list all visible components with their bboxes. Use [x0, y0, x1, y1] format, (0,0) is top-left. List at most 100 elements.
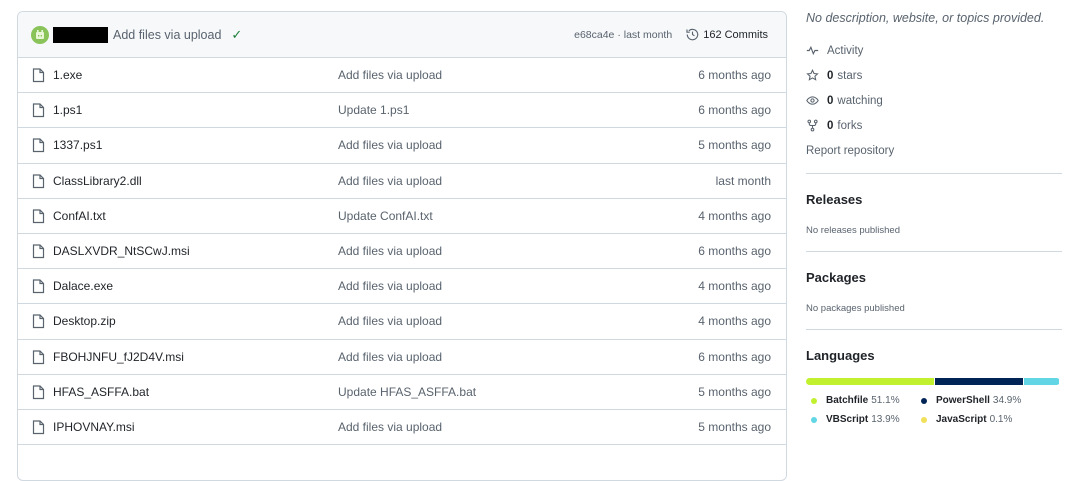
file-name-link[interactable]: IPHOVNAY.msi [53, 420, 135, 434]
file-row[interactable]: Dalace.exeAdd files via upload4 months a… [18, 269, 786, 304]
file-name-link[interactable]: ClassLibrary2.dll [53, 174, 142, 188]
about-description: No description, website, or topics provi… [806, 11, 1044, 25]
file-commit-message-link[interactable]: Add files via upload [338, 314, 442, 328]
language-item[interactable]: Batchfile51.1% [811, 395, 900, 406]
file-commit-message-link[interactable]: Add files via upload [338, 68, 442, 82]
language-bar-segment [1024, 378, 1059, 385]
language-item[interactable]: JavaScript0.1% [921, 414, 1012, 425]
file-commit-message-link[interactable]: Update ConfAI.txt [338, 209, 433, 223]
report-repository-link[interactable]: Report repository [806, 145, 894, 157]
user-avatar-icon[interactable] [31, 26, 49, 44]
commit-hash[interactable]: e68ca4e [574, 29, 614, 41]
file-row[interactable]: IPHOVNAY.msi Add files via upload 5 months… [18, 410, 786, 445]
forks-label: forks [837, 120, 862, 132]
file-row[interactable]: Desktop.zip Add files via upload 4 months … [18, 304, 786, 339]
watching-label: watching [837, 95, 882, 107]
language-name: JavaScript [936, 414, 987, 425]
language-name: PowerShell [936, 395, 990, 406]
activity-label: Activity [827, 45, 863, 57]
repo-forked-icon [806, 119, 819, 132]
file-icon [32, 209, 46, 224]
file-row[interactable]: HFAS_ASFFA.bat Update HFAS_ASFFA.bat 5 mon… [18, 375, 786, 410]
file-name-link[interactable]: HFAS_ASFFA.bat [53, 385, 149, 399]
file-icon [32, 420, 46, 435]
forks-count: 0 [827, 120, 833, 132]
language-item[interactable]: VBScript13.9% [811, 414, 900, 425]
releases-title[interactable]: Releases [806, 192, 862, 207]
language-color-dot [921, 398, 927, 404]
file-commit-age: 5 months ago [698, 385, 771, 399]
language-item[interactable]: PowerShell34.9% [921, 395, 1021, 406]
language-percent: 51.1% [871, 395, 899, 406]
file-icon [32, 279, 46, 294]
languages-title: Languages [806, 348, 875, 363]
file-commit-message-link[interactable]: Add files via upload [338, 350, 442, 364]
commits-count-label: 162 Commits [703, 29, 768, 41]
file-commit-age: last month [716, 174, 771, 188]
file-commit-message-link[interactable]: Add files via upload [338, 138, 442, 152]
language-percent: 0.1% [990, 414, 1013, 425]
commits-link[interactable]: 162 Commits [686, 28, 768, 41]
file-commit-age: 4 months ago [698, 209, 771, 223]
stars-link[interactable]: 0 stars [806, 69, 862, 82]
star-icon [806, 69, 819, 82]
watching-count: 0 [827, 95, 833, 107]
language-name: VBScript [826, 414, 868, 425]
file-row[interactable]: ConfAI.txt Update ConfAI.txt 4 months ago [18, 199, 786, 234]
file-name-link[interactable]: DASLXVDR_NtSCwJ.msi [53, 244, 190, 258]
file-name-link[interactable]: 1.ps1 [53, 103, 82, 117]
file-row[interactable]: FBOHJNFU_fJ2D4V.msiAdd files via upload6… [18, 340, 786, 375]
language-bar-segment [935, 378, 1023, 385]
stars-count: 0 [827, 70, 833, 82]
activity-link[interactable]: Activity [806, 44, 863, 57]
file-row[interactable]: DASLXVDR_NtSCwJ.msi Add files via upload 6… [18, 234, 786, 269]
file-row[interactable]: 1.ps1 Update 1.ps1 6 months ago [18, 93, 786, 128]
sidebar-divider [806, 329, 1062, 330]
pulse-icon [806, 44, 819, 57]
redacted-username[interactable] [53, 27, 108, 43]
file-icon [32, 385, 46, 400]
file-browser: Add files via upload ✓ e68ca4e · last mo… [17, 11, 787, 481]
file-commit-message-link[interactable]: Update HFAS_ASFFA.bat [338, 385, 476, 399]
file-commit-message-link[interactable]: Add files via upload [338, 244, 442, 258]
file-commit-age: 4 months ago [698, 314, 771, 328]
file-name-link[interactable]: Dalace.exe [53, 279, 113, 293]
file-name-link[interactable]: FBOHJNFU_fJ2D4V.msi [53, 350, 184, 364]
file-name-link[interactable]: ConfAI.txt [53, 209, 106, 223]
file-name-link[interactable]: 1.exe [53, 68, 82, 82]
file-row[interactable]: 1.exe Add files via upload 6 months ago [18, 58, 786, 93]
file-commit-age: 6 months ago [698, 103, 771, 117]
language-bar-segment [806, 378, 934, 385]
watching-link[interactable]: 0 watching [806, 94, 883, 107]
languages-bar [806, 378, 1060, 385]
file-commit-message-link[interactable]: Update 1.ps1 [338, 103, 409, 117]
sidebar-divider [806, 251, 1062, 252]
file-name-link[interactable]: 1337.ps1 [53, 138, 102, 152]
latest-commit-message[interactable]: Add files via upload [113, 28, 221, 42]
sidebar-divider [806, 173, 1062, 174]
check-icon[interactable]: ✓ [231, 27, 242, 43]
file-commit-message-link[interactable]: Add files via upload [338, 174, 442, 188]
file-icon [32, 138, 46, 153]
file-icon [32, 244, 46, 259]
file-commit-message-link[interactable]: Add files via upload [338, 420, 442, 434]
file-commit-age: 5 months ago [698, 138, 771, 152]
file-list: 1.exeAdd files via upload6 months ago1.p… [18, 58, 786, 445]
language-color-dot [811, 417, 817, 423]
file-commit-age: 6 months ago [698, 244, 771, 258]
packages-title[interactable]: Packages [806, 270, 866, 285]
file-icon [32, 314, 46, 329]
file-name-link[interactable]: Desktop.zip [53, 314, 116, 328]
file-commit-message-link[interactable]: Add files via upload [338, 279, 442, 293]
file-icon [32, 103, 46, 118]
commit-hash-and-time[interactable]: e68ca4e · last month [574, 29, 672, 41]
file-commit-age: 5 months ago [698, 420, 771, 434]
forks-link[interactable]: 0 forks [806, 119, 862, 132]
file-row[interactable]: 1337.ps1 Add files via upload 5 months ago [18, 128, 786, 163]
language-name: Batchfile [826, 395, 868, 406]
packages-empty-text: No packages published [806, 303, 905, 314]
file-commit-age: 6 months ago [698, 68, 771, 82]
file-icon [32, 350, 46, 365]
language-color-dot [921, 417, 927, 423]
file-row[interactable]: ClassLibrary2.dll Add files via upload las… [18, 164, 786, 199]
